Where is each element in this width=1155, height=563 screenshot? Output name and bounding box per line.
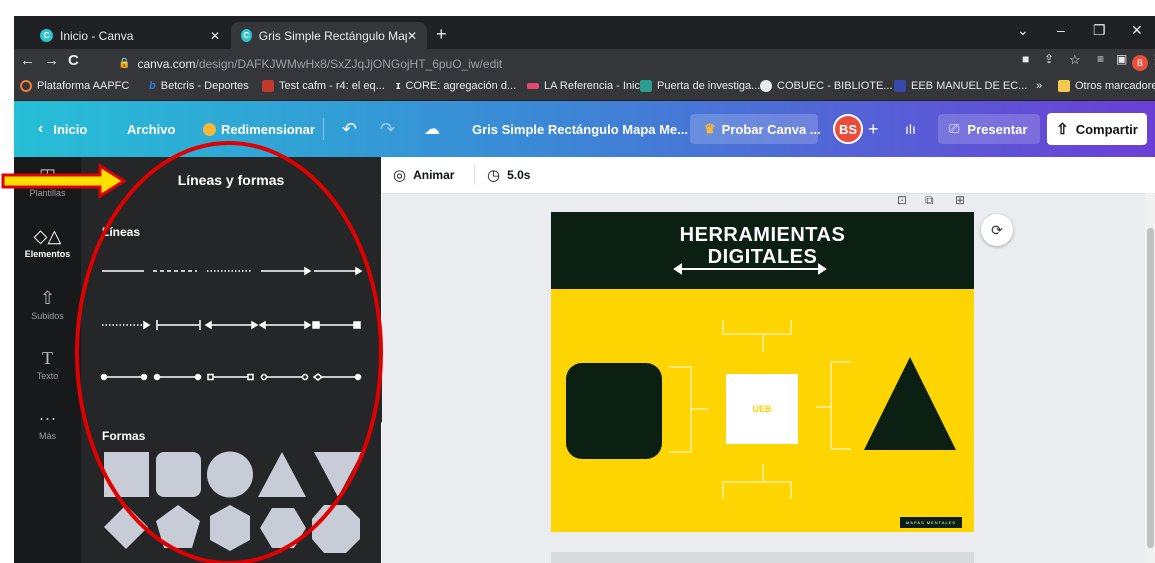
yellow-pointer-arrow [1, 163, 127, 199]
annotation-overlay [1, 141, 383, 563]
red-highlight-ellipse [75, 141, 383, 563]
